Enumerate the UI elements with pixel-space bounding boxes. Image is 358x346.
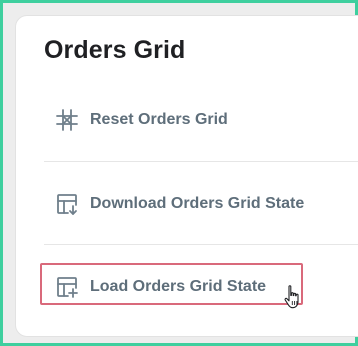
- screenshot-frame: Orders Grid Reset Orders Grid Download O…: [0, 0, 358, 346]
- reset-orders-grid-label: Reset Orders Grid: [90, 111, 228, 128]
- click-highlight-box: [40, 263, 303, 305]
- menu-divider: [44, 244, 358, 245]
- menu-divider: [44, 161, 358, 162]
- panel-title: Orders Grid: [44, 36, 186, 64]
- reset-orders-grid-item[interactable]: Reset Orders Grid: [44, 100, 358, 140]
- table-download-icon: [54, 191, 80, 217]
- download-orders-grid-state-item[interactable]: Download Orders Grid State: [44, 184, 358, 224]
- grid-reset-icon: [54, 107, 80, 133]
- hand-pointer-icon: [284, 285, 299, 309]
- download-orders-grid-state-label: Download Orders Grid State: [90, 195, 305, 212]
